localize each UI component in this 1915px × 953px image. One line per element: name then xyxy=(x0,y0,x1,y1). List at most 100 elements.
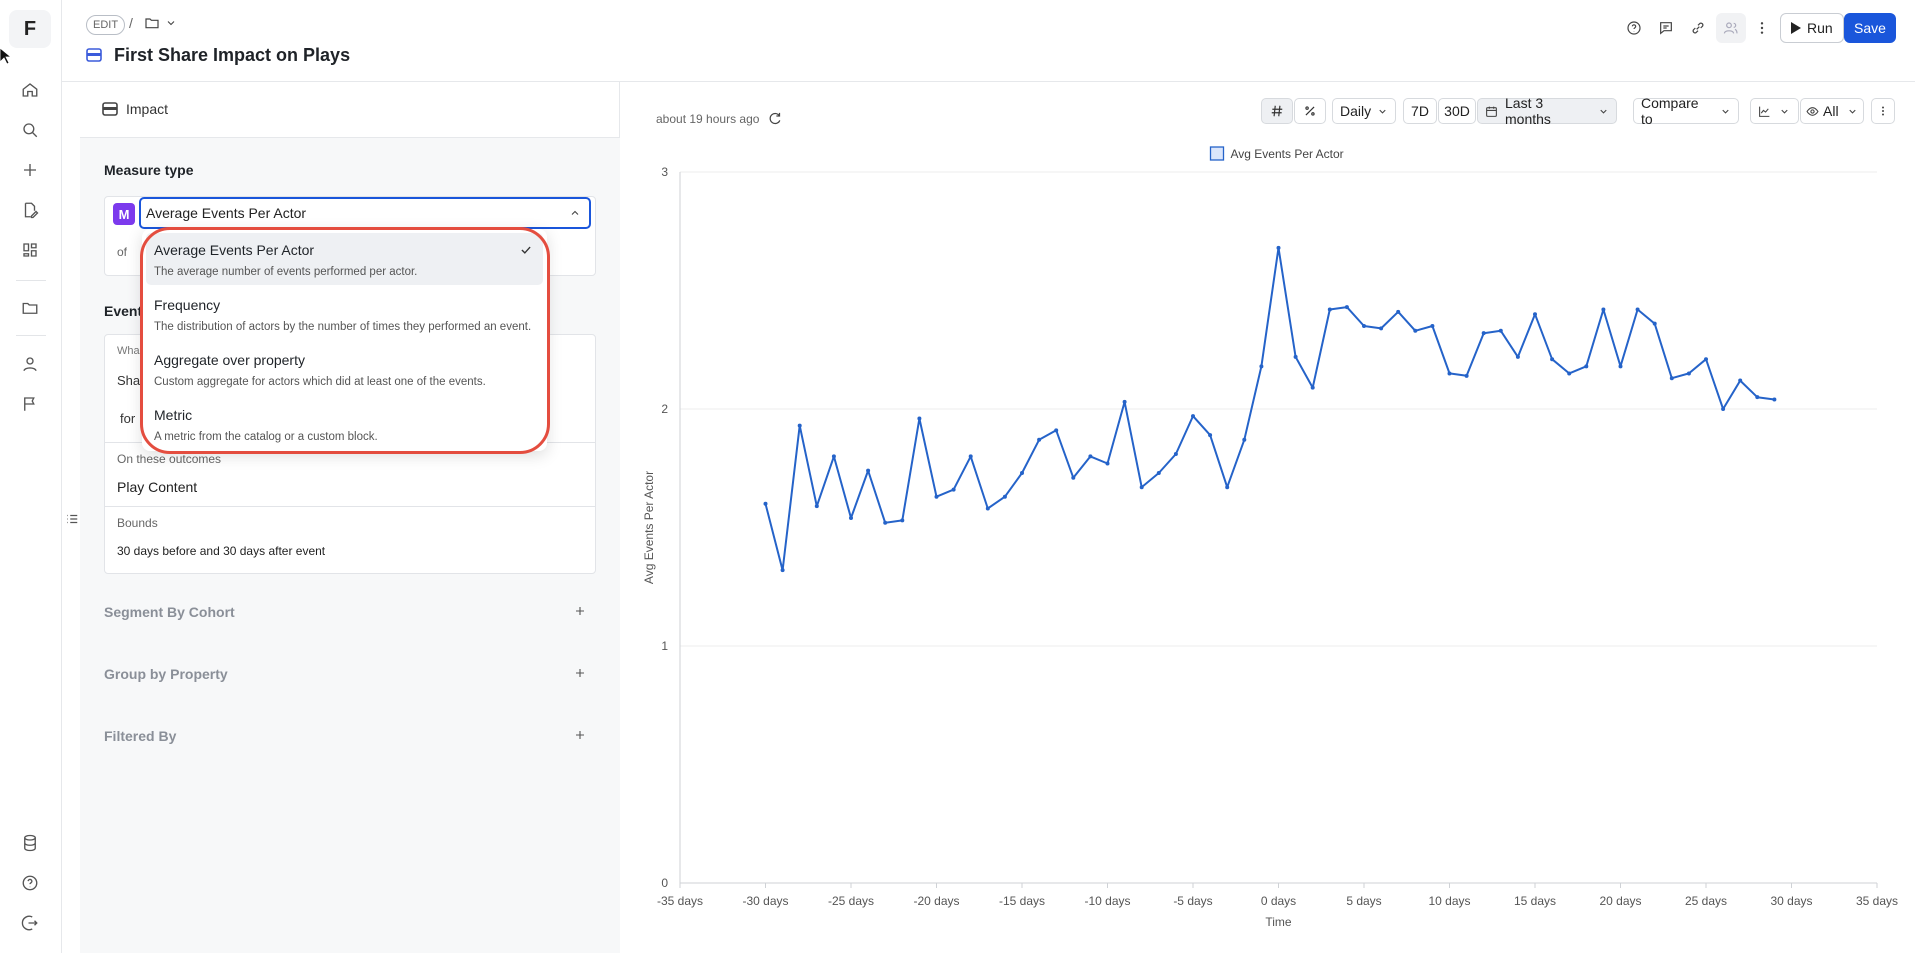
dropdown-option-metric[interactable]: Metric A metric from the catalog or a cu… xyxy=(146,398,543,450)
data-point xyxy=(1259,364,1264,369)
data-point xyxy=(1447,371,1452,376)
data-point xyxy=(1652,321,1657,326)
data-point xyxy=(1618,364,1623,369)
option-description: The distribution of actors by the number… xyxy=(154,321,532,333)
run-button[interactable]: Run xyxy=(1780,13,1844,43)
tab-impact[interactable]: Impact xyxy=(80,82,620,138)
option-title: Aggregate over property xyxy=(154,352,305,368)
data-point xyxy=(1054,428,1059,433)
divider xyxy=(104,506,596,507)
group-by-property-row[interactable]: Group by Property xyxy=(104,662,596,688)
option-title: Metric xyxy=(154,407,193,423)
data-point xyxy=(797,423,802,428)
x-axis-title: Time xyxy=(1265,915,1292,929)
x-tick-label: -25 days xyxy=(828,894,874,908)
y-axis-title: Avg Events Per Actor xyxy=(642,471,656,584)
x-tick-label: -35 days xyxy=(657,894,703,908)
folder-icon xyxy=(144,15,160,31)
plus-icon[interactable] xyxy=(574,667,586,679)
data-point xyxy=(1550,357,1555,362)
folder-breadcrumb[interactable] xyxy=(144,15,177,31)
dropdown-option-average-events-per-actor[interactable]: Average Events Per Actor The average num… xyxy=(146,233,543,285)
bounds-value[interactable]: 30 days before and 30 days after event xyxy=(117,544,325,558)
x-tick-label: 20 days xyxy=(1599,894,1641,908)
data-point xyxy=(780,568,785,573)
measure-type-select[interactable]: Average Events Per Actor xyxy=(139,197,591,229)
plus-icon[interactable] xyxy=(19,159,41,181)
data-point xyxy=(1413,328,1418,333)
segment-by-cohort-row[interactable]: Segment By Cohort xyxy=(104,600,596,626)
data-point xyxy=(1139,485,1144,490)
data-point xyxy=(1071,475,1076,480)
legend-swatch xyxy=(1209,146,1225,161)
mouse-cursor-icon xyxy=(0,48,10,64)
check-icon xyxy=(519,243,533,257)
x-tick-label: 5 days xyxy=(1346,894,1381,908)
data-point xyxy=(1208,433,1213,438)
segment-by-cohort-label: Segment By Cohort xyxy=(104,604,235,620)
data-point xyxy=(1020,470,1024,475)
x-tick-label: -10 days xyxy=(1084,894,1130,908)
more-vertical-icon[interactable] xyxy=(1751,17,1773,39)
for-label: for xyxy=(120,411,136,426)
data-point xyxy=(917,416,922,421)
comments-icon[interactable] xyxy=(1655,17,1677,39)
plus-icon[interactable] xyxy=(574,729,586,741)
data-point xyxy=(849,516,853,521)
help-icon[interactable] xyxy=(1623,17,1645,39)
data-point xyxy=(1122,399,1127,404)
data-point xyxy=(883,520,888,525)
data-point xyxy=(1310,385,1315,390)
impact-report-icon xyxy=(86,48,102,62)
data-point xyxy=(1088,454,1093,459)
x-tick-label: 30 days xyxy=(1770,894,1812,908)
data-point xyxy=(985,506,990,511)
events-label: Event xyxy=(104,303,143,319)
run-button-label: Run xyxy=(1807,20,1833,36)
option-title: Average Events Per Actor xyxy=(154,242,315,258)
logout-icon[interactable] xyxy=(19,912,41,934)
user-icon[interactable] xyxy=(19,353,41,375)
flag-icon[interactable] xyxy=(19,393,41,415)
data-point xyxy=(1464,373,1469,378)
y-tick-label: 1 xyxy=(661,639,668,653)
x-tick-label: -20 days xyxy=(913,894,959,908)
dropdown-option-frequency[interactable]: Frequency The distribution of actors by … xyxy=(146,288,543,340)
event-name[interactable]: Sha xyxy=(117,373,140,388)
database-icon[interactable] xyxy=(19,832,41,854)
data-point xyxy=(934,494,939,499)
app-logo[interactable]: F xyxy=(9,10,51,48)
data-point xyxy=(1567,371,1572,376)
edit-document-icon[interactable] xyxy=(19,199,41,221)
save-button[interactable]: Save xyxy=(1844,13,1896,43)
outcomes-value[interactable]: Play Content xyxy=(117,479,197,495)
data-point xyxy=(1772,397,1777,402)
help-icon[interactable] xyxy=(19,872,41,894)
page-header: EDIT / First Share Impact on Plays Run S… xyxy=(62,0,1915,82)
link-icon[interactable] xyxy=(1687,17,1709,39)
data-point xyxy=(1396,309,1401,314)
x-tick-label: 15 days xyxy=(1514,894,1556,908)
home-icon[interactable] xyxy=(19,79,41,101)
legend-label: Avg Events Per Actor xyxy=(1231,147,1344,161)
collaborators-icon[interactable] xyxy=(1716,13,1746,43)
data-point xyxy=(1498,328,1503,333)
y-tick-label: 3 xyxy=(661,165,668,179)
data-point xyxy=(1037,437,1042,442)
edit-badge[interactable]: EDIT xyxy=(86,15,126,35)
folder-icon[interactable] xyxy=(19,297,41,319)
data-point xyxy=(1002,494,1007,499)
measure-type-dropdown: Average Events Per Actor The average num… xyxy=(142,229,547,451)
data-point xyxy=(1327,307,1332,312)
data-point xyxy=(1276,245,1281,250)
dropdown-option-aggregate-over-property[interactable]: Aggregate over property Custom aggregate… xyxy=(146,343,543,395)
plus-icon[interactable] xyxy=(574,605,586,617)
group-by-property-label: Group by Property xyxy=(104,666,228,682)
option-description: Custom aggregate for actors which did at… xyxy=(154,376,486,388)
filtered-by-row[interactable]: Filtered By xyxy=(104,724,596,750)
x-tick-label: -5 days xyxy=(1173,894,1212,908)
search-icon[interactable] xyxy=(19,119,41,141)
dashboards-icon[interactable] xyxy=(19,239,41,261)
list-toggle-icon[interactable] xyxy=(65,512,79,526)
filtered-by-label: Filtered By xyxy=(104,728,177,744)
